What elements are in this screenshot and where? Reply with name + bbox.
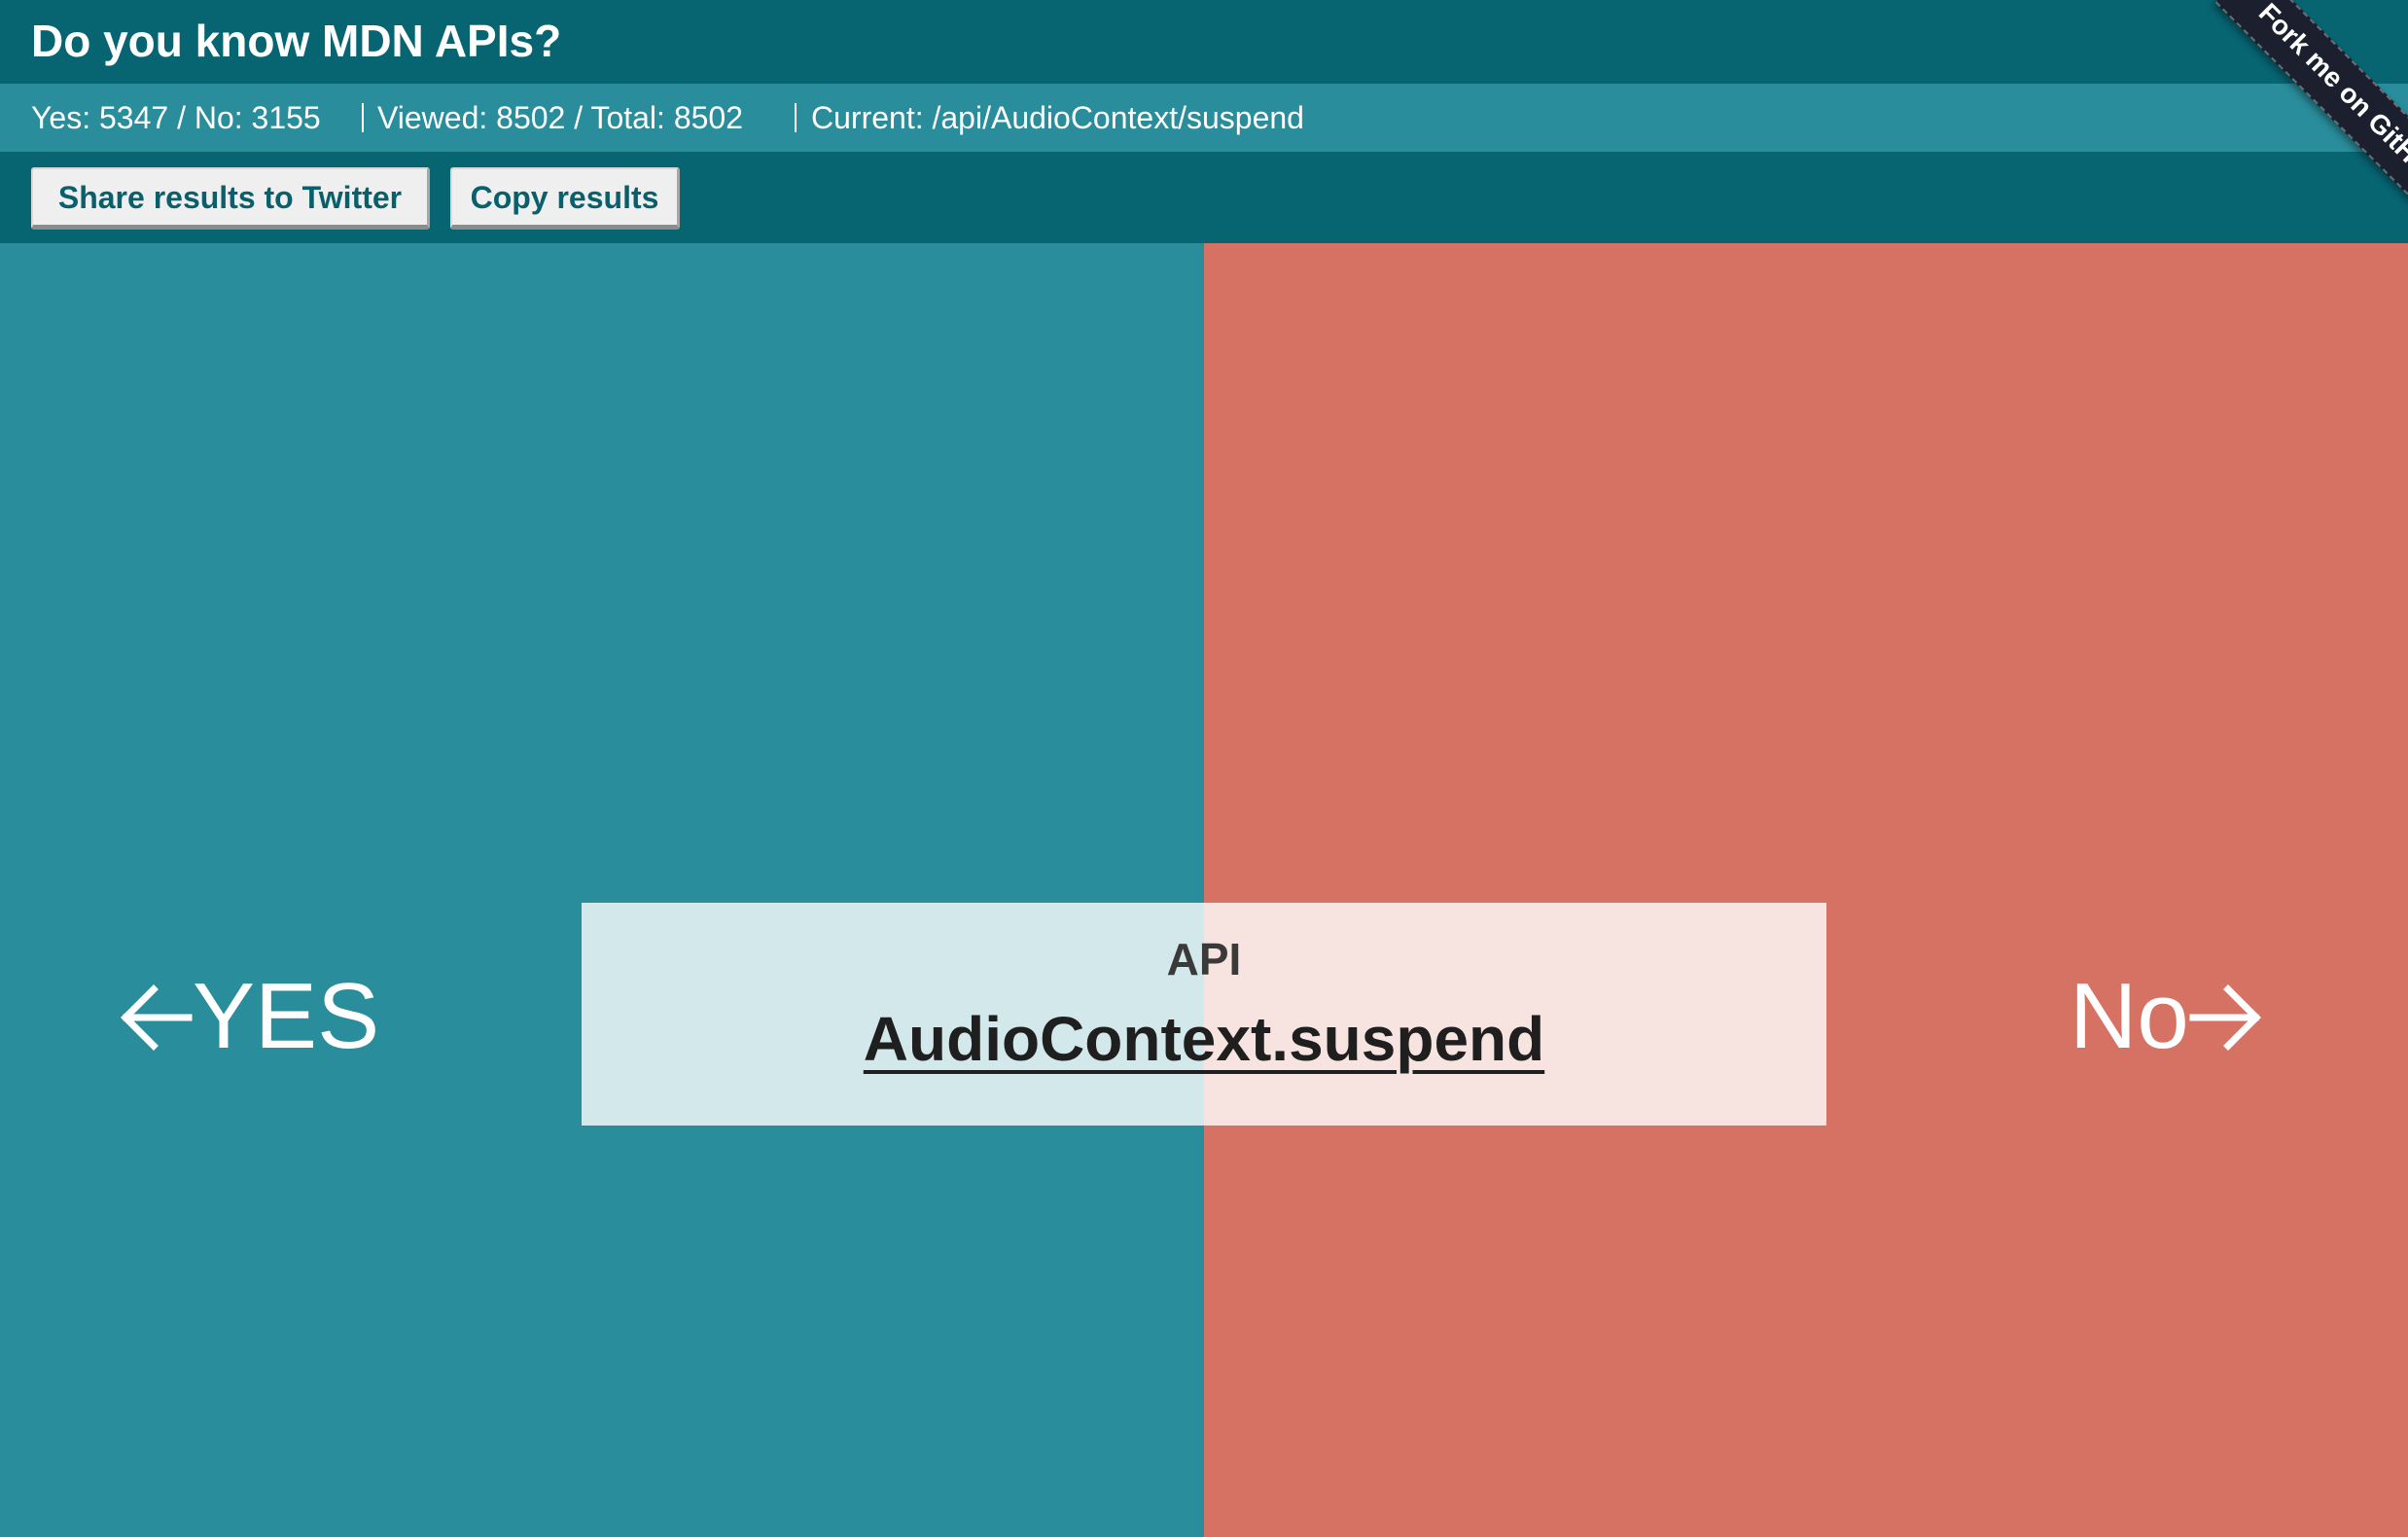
api-kind-label: API xyxy=(1166,934,1242,984)
copy-results-button[interactable]: Copy results xyxy=(450,167,680,230)
yes-label: YES xyxy=(193,964,380,1068)
fork-on-github-ribbon[interactable]: Fork me on GitHub xyxy=(2214,0,2408,231)
app-title: Do you know MDN APIs? xyxy=(31,16,562,66)
api-name-link[interactable]: AudioContext.suspend xyxy=(864,1004,1544,1074)
viewed-total-count: Viewed: 8502 / Total: 8502 xyxy=(377,100,743,135)
stats-bar: Yes: 5347 / No: 3155 Viewed: 8502 / Tota… xyxy=(0,84,2408,152)
api-card: API AudioContext.suspend xyxy=(582,903,1826,1126)
current-path: Current: /api/AudioContext/suspend xyxy=(811,100,1304,135)
stats-divider xyxy=(795,103,797,132)
app-header: Do you know MDN APIs? xyxy=(0,0,2408,84)
github-ribbon-container: Fork me on GitHub xyxy=(2149,0,2408,259)
yes-choice[interactable]: YES xyxy=(119,963,379,1070)
arrow-left-icon xyxy=(119,964,193,1068)
arrow-right-icon xyxy=(2189,964,2263,1068)
no-choice[interactable]: No xyxy=(2070,963,2263,1070)
api-name: AudioContext.suspend xyxy=(582,1000,1826,1078)
stats-divider xyxy=(362,103,364,132)
no-label: No xyxy=(2070,964,2189,1068)
toolbar: Share results to Twitter Copy results xyxy=(0,152,2408,243)
share-twitter-button[interactable]: Share results to Twitter xyxy=(31,167,430,230)
yes-no-count: Yes: 5347 / No: 3155 xyxy=(31,100,321,135)
yes-panel[interactable] xyxy=(0,243,1204,1537)
no-panel[interactable] xyxy=(1204,243,2408,1537)
